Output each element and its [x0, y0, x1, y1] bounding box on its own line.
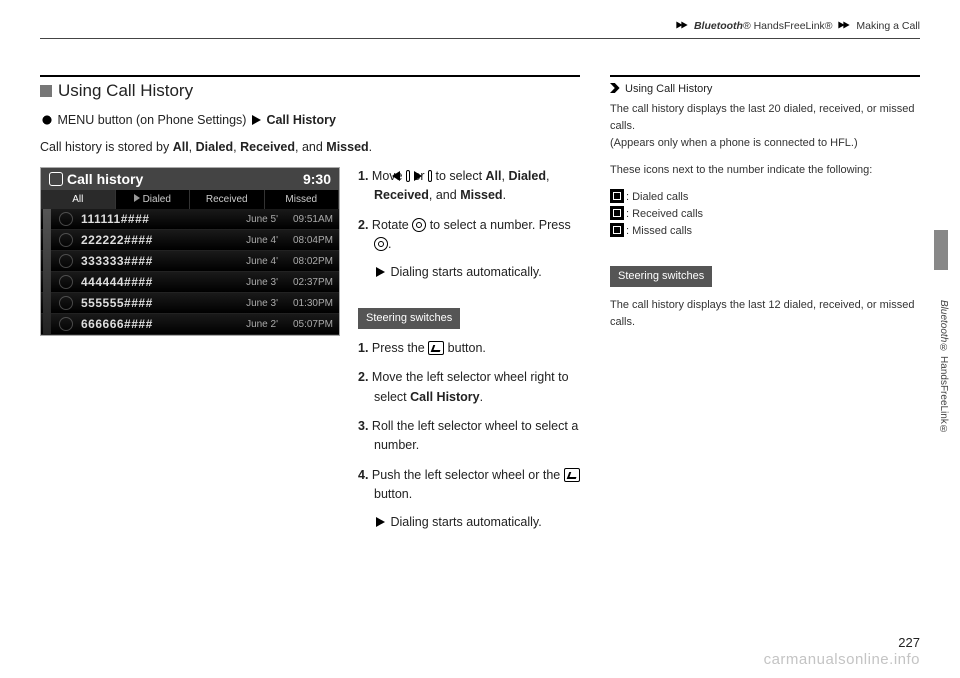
call-icon [59, 296, 73, 310]
dialed-icon [610, 189, 624, 203]
pickup-button-icon [428, 341, 444, 355]
call-icon [59, 254, 73, 268]
call-row[interactable]: 222222####June 4'08:04PM [41, 230, 339, 251]
call-icon [59, 212, 73, 226]
dial-icon [412, 218, 426, 232]
tab-received[interactable]: Received [190, 190, 265, 209]
selector-icon [40, 113, 54, 127]
steering-switches-label: Steering switches [358, 308, 460, 329]
call-row[interactable]: 555555####June 3'01:30PM [41, 293, 339, 314]
screen-title: Call history [67, 171, 143, 187]
press-icon [374, 237, 388, 251]
sidenote-steering-label: Steering switches [610, 266, 712, 287]
left-arrow-icon [392, 171, 400, 181]
sidenote-p3: The call history displays the last 12 di… [610, 297, 920, 331]
call-icon [59, 317, 73, 331]
phone-icon [49, 172, 63, 186]
call-row[interactable]: 333333####June 4'08:02PM [41, 251, 339, 272]
step-2: 2. Rotate to select a number. Press . Di… [358, 216, 580, 282]
sidenote-title: Using Call History [610, 83, 920, 95]
call-row[interactable]: 111111####June 5'09:51AM [41, 209, 339, 230]
missed-icon [610, 223, 624, 237]
screen-clock: 9:30 [303, 171, 331, 187]
legend: : Dialed calls : Received calls : Missed… [610, 189, 920, 240]
sidenote-p1: The call history displays the last 20 di… [610, 101, 920, 152]
steer-step-4: 4. Push the left selector wheel or the b… [358, 466, 580, 532]
received-icon [610, 206, 624, 220]
sidenote-p2: These icons next to the number indicate … [610, 162, 920, 179]
right-arrow-icon [414, 171, 422, 181]
watermark: carmanualsonline.info [764, 651, 920, 668]
page-number: 227 [898, 635, 920, 650]
call-icon [59, 233, 73, 247]
double-triangle-icon [610, 83, 622, 93]
tab-missed[interactable]: Missed [265, 190, 340, 209]
breadcrumb: Bluetooth® HandsFreeLink® Making a Call [673, 20, 920, 32]
steer-step-3: 3. Roll the left selector wheel to selec… [358, 417, 580, 456]
device-screenshot: Call history 9:30 All Dialed Received Mi… [40, 167, 340, 542]
pickup-button-icon [564, 468, 580, 482]
tab-all[interactable]: All [41, 190, 116, 209]
intro-text: Call history is stored by All, Dialed, R… [40, 137, 580, 157]
tab-dialed[interactable]: Dialed [116, 190, 191, 209]
call-row[interactable]: 666666####June 2'05:07PM [41, 314, 339, 335]
steer-step-2: 2. Move the left selector wheel right to… [358, 368, 580, 407]
page-tab [934, 230, 948, 270]
steer-step-1: 1. Press the button. [358, 339, 580, 358]
menu-path: MENU button (on Phone Settings) Call His… [40, 113, 580, 127]
side-label: Bluetooth® HandsFreeLink® [938, 300, 949, 435]
call-icon [59, 275, 73, 289]
call-row[interactable]: 444444####June 3'02:37PM [41, 272, 339, 293]
step-1: 1. Move or to select All, Dialed, Receiv… [358, 167, 580, 206]
section-heading: Using Call History [40, 75, 580, 107]
